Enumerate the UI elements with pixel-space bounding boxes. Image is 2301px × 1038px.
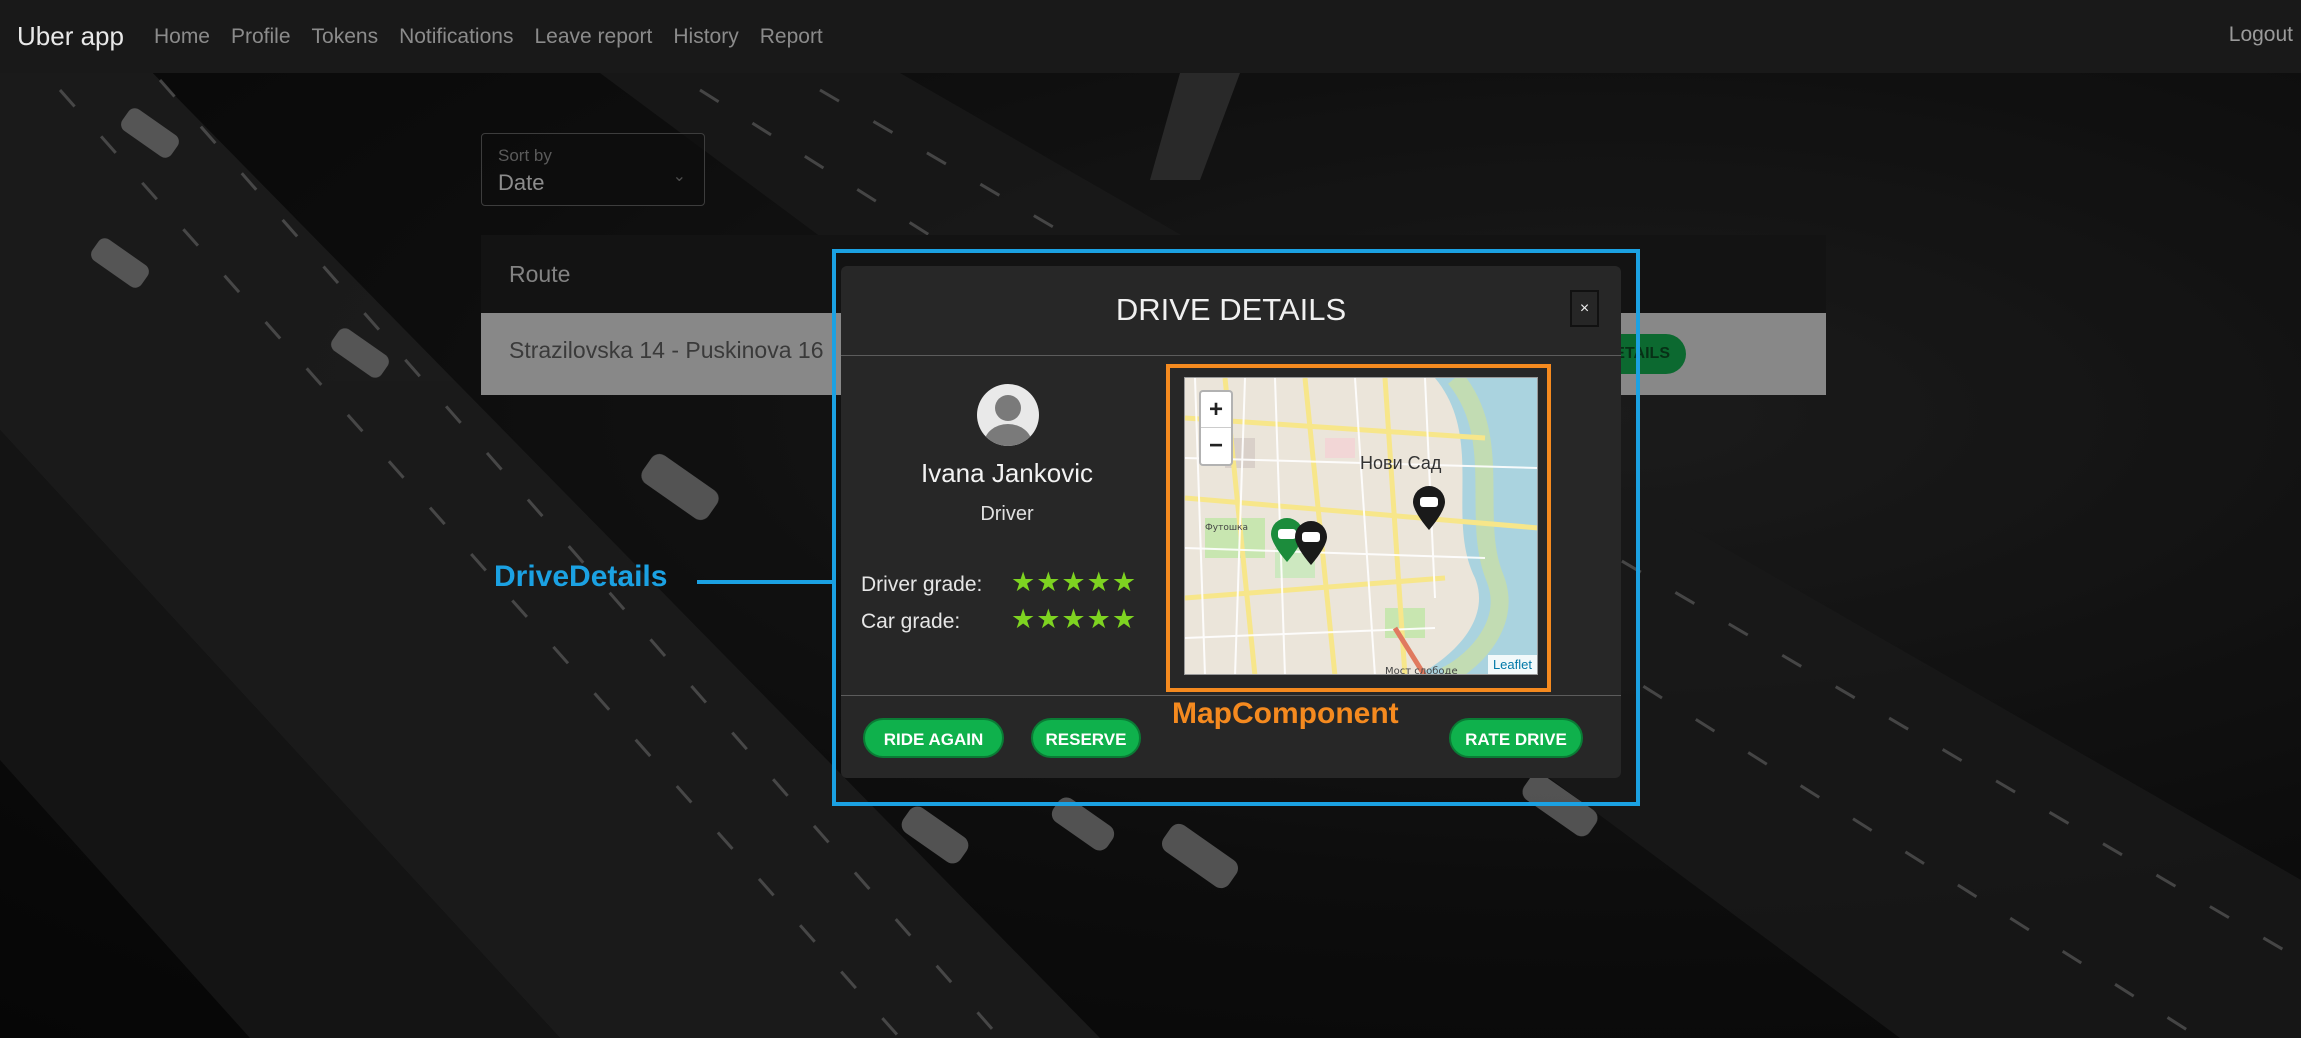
- nav-history[interactable]: History: [673, 25, 738, 49]
- reserve-button[interactable]: RESERVE: [1031, 718, 1141, 758]
- rate-drive-button[interactable]: RATE DRIVE: [1449, 718, 1583, 758]
- car-grade-label: Car grade:: [861, 610, 961, 633]
- ride-again-button[interactable]: RIDE AGAIN: [863, 718, 1004, 758]
- divider: [841, 355, 1621, 356]
- divider: [841, 695, 1621, 696]
- modal-title: DRIVE DETAILS: [1115, 292, 1347, 327]
- driver-name: Ivana Jankovic: [921, 458, 1093, 488]
- driver-grade-stars: ★★★★★: [1011, 567, 1138, 597]
- nav-home[interactable]: Home: [154, 25, 210, 49]
- annotation-map-component: MapComponent: [1172, 697, 1399, 730]
- nav-leave-report[interactable]: Leave report: [534, 25, 652, 49]
- nav-report[interactable]: Report: [760, 25, 823, 49]
- nav-notifications[interactable]: Notifications: [399, 25, 513, 49]
- nav-tokens[interactable]: Tokens: [312, 25, 379, 49]
- logout-link[interactable]: Logout: [2229, 23, 2293, 47]
- brand-logo[interactable]: Uber app: [17, 21, 124, 52]
- driver-grade-label: Driver grade:: [861, 573, 983, 596]
- avatar: [977, 384, 1039, 446]
- user-icon: [984, 395, 1032, 446]
- top-navbar: Uber app Home Profile Tokens Notificatio…: [0, 0, 2301, 73]
- annotation-box-map-component: [1166, 364, 1551, 692]
- car-grade-stars: ★★★★★: [1011, 604, 1138, 634]
- annotation-drive-details: DriveDetails: [494, 560, 668, 593]
- nav-profile[interactable]: Profile: [231, 25, 291, 49]
- annotation-connector: [697, 580, 832, 584]
- driver-role: Driver: [980, 503, 1034, 525]
- close-button[interactable]: ×: [1570, 290, 1599, 327]
